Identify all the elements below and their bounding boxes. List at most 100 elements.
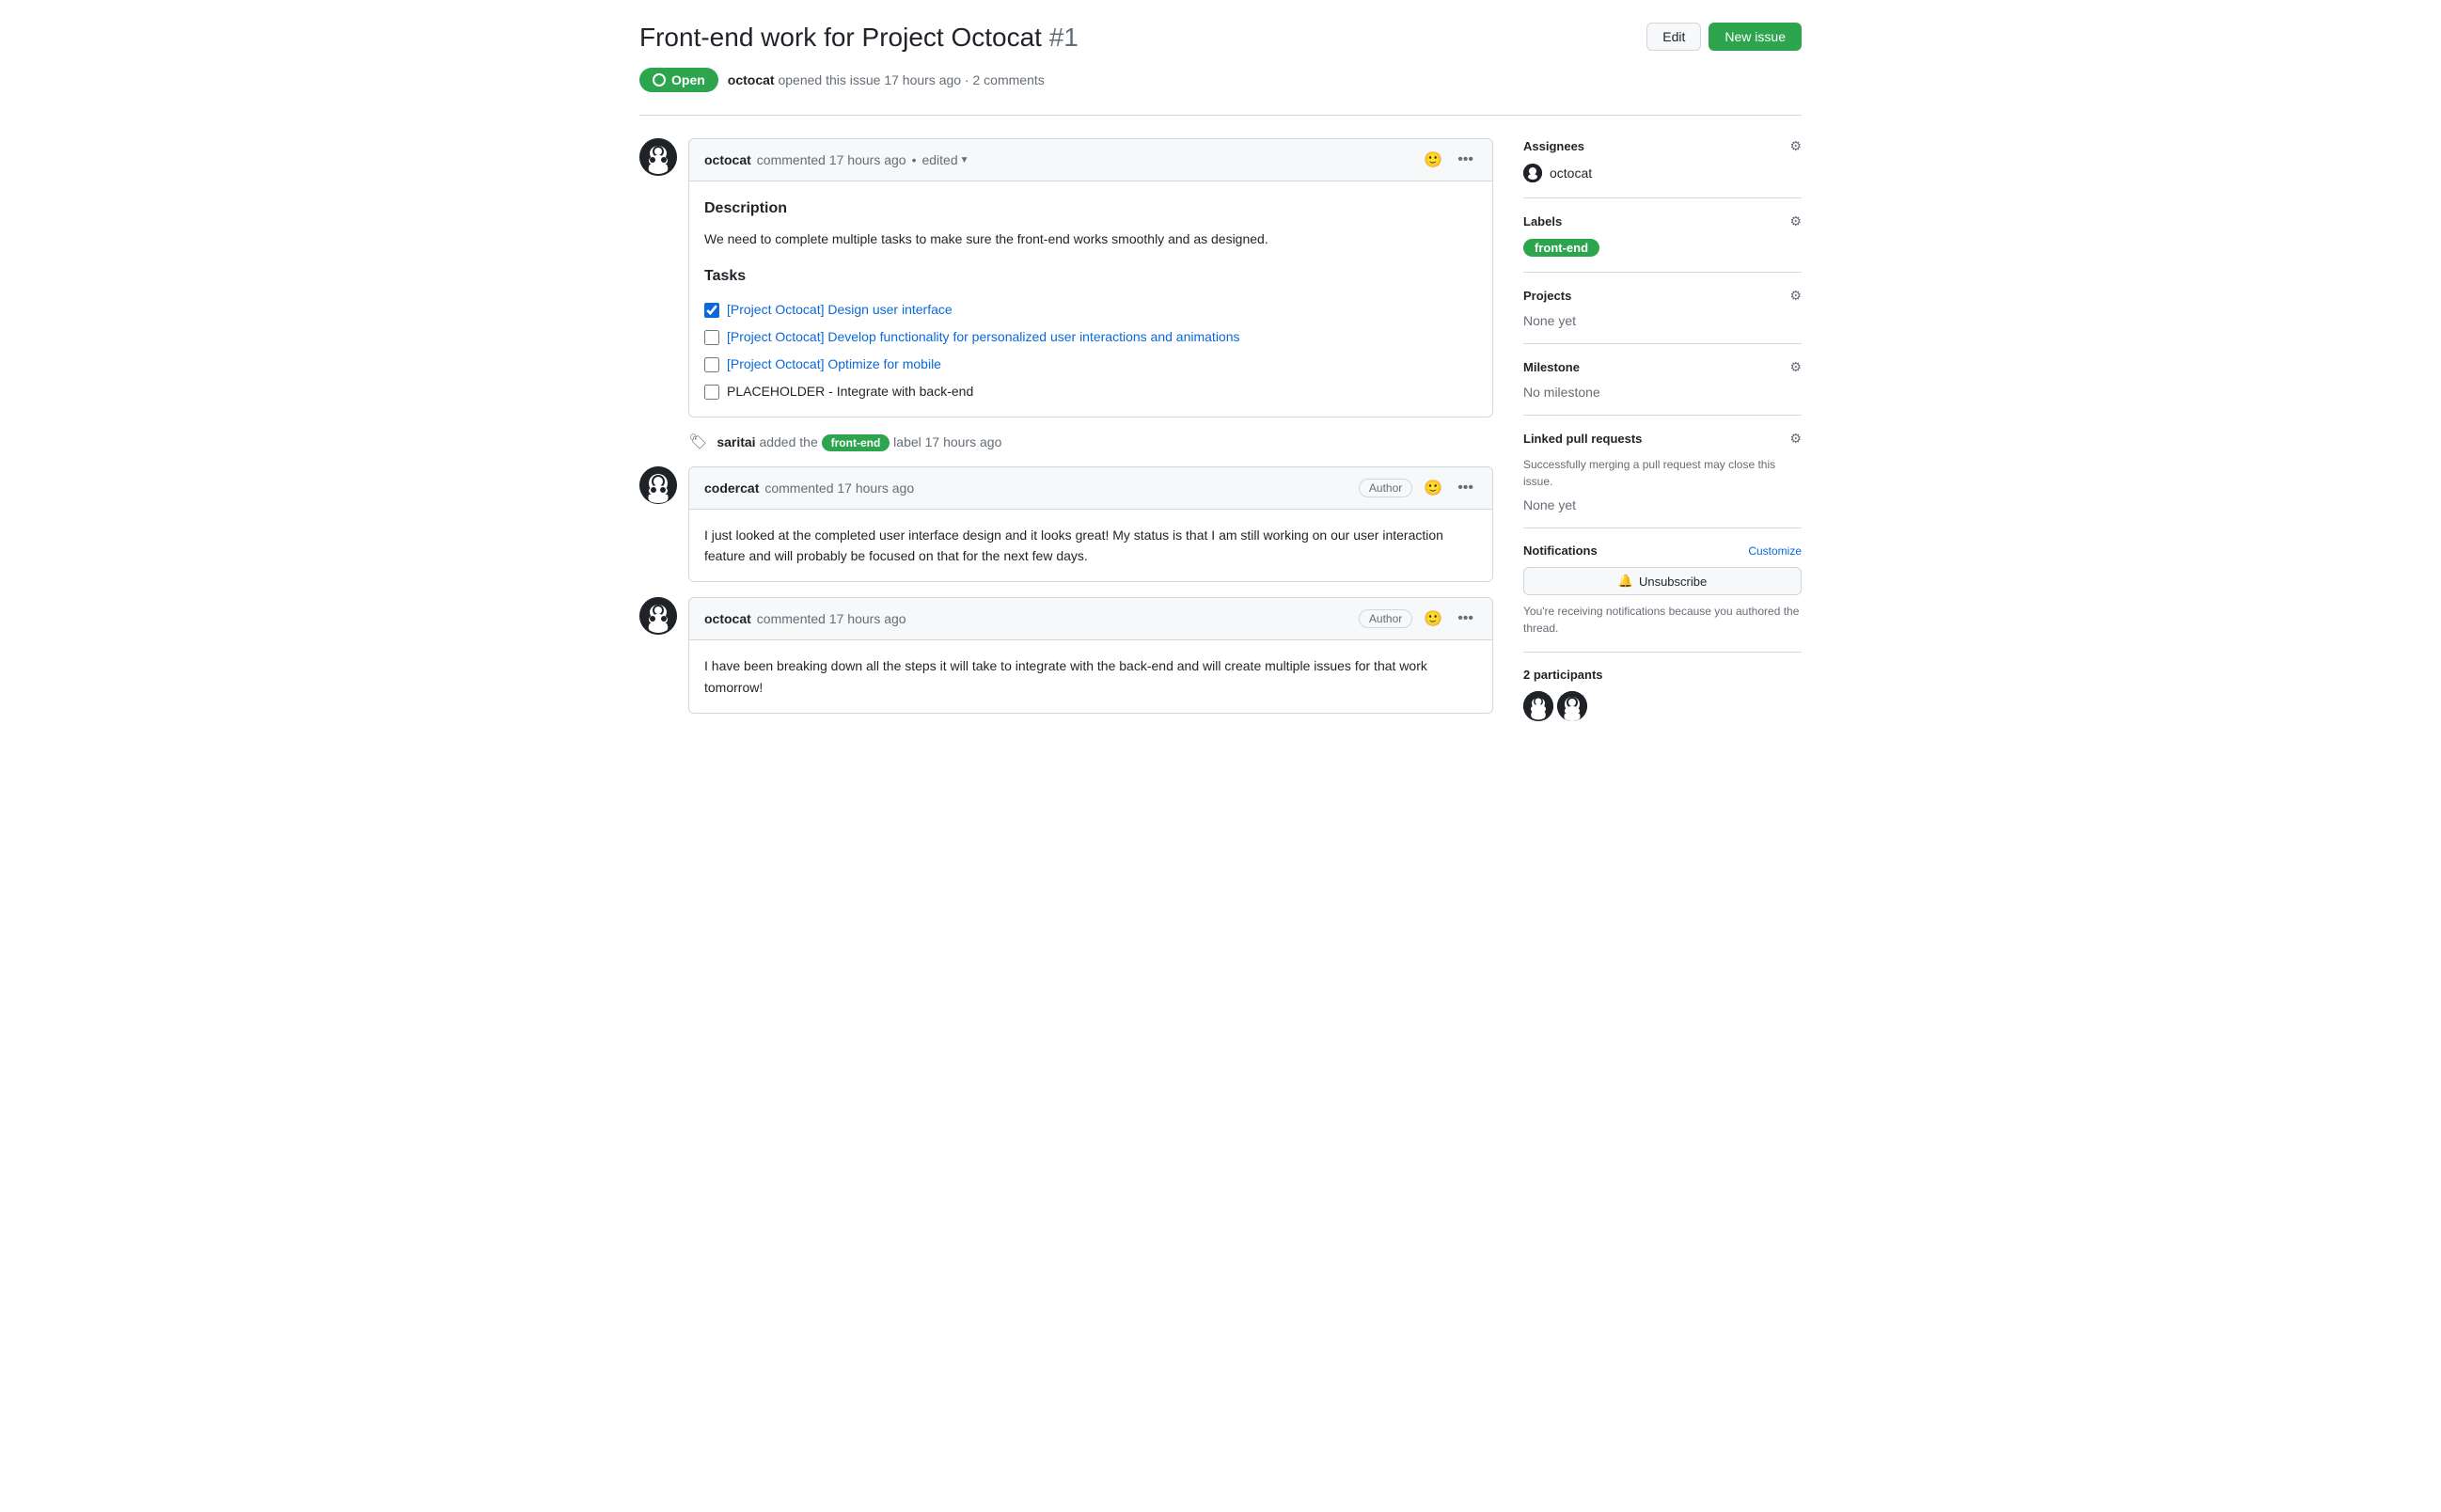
projects-gear-button[interactable]: ⚙ xyxy=(1789,288,1802,304)
sidebar-participants-section: 2 participants xyxy=(1523,668,1802,721)
more-options-button-1[interactable]: ••• xyxy=(1454,150,1477,170)
sidebar-linked-pr-section: Linked pull requests ⚙ Successfully merg… xyxy=(1523,431,1802,528)
sidebar: Assignees ⚙ octocat xyxy=(1523,138,1802,729)
comment-body-1: Description We need to complete multiple… xyxy=(689,181,1492,417)
sidebar-milestone-header: Milestone ⚙ xyxy=(1523,359,1802,375)
issue-title: Front-end work for Project Octocat #1 xyxy=(639,23,1079,53)
edited-text: edited xyxy=(921,152,957,167)
sidebar-projects-title: Projects xyxy=(1523,289,1571,303)
issue-meta-text: octocat opened this issue 17 hours ago ·… xyxy=(728,72,1045,87)
sidebar-labels-header: Labels ⚙ xyxy=(1523,213,1802,229)
comment-timestamp-1: commented 17 hours ago xyxy=(757,152,906,167)
sidebar-linked-pr-header: Linked pull requests ⚙ xyxy=(1523,431,1802,447)
comment-author-3: octocat xyxy=(704,611,751,626)
milestone-gear-button[interactable]: ⚙ xyxy=(1789,359,1802,375)
participants-avatars xyxy=(1523,691,1802,721)
comment-header-left-2: codercat commented 17 hours ago xyxy=(704,480,914,496)
task-checkbox-4[interactable] xyxy=(704,385,719,400)
sidebar-linked-pr-title: Linked pull requests xyxy=(1523,432,1642,446)
comment-timestamp-2: commented 17 hours ago xyxy=(764,480,914,496)
comment-box-1: octocat commented 17 hours ago • edited … xyxy=(688,138,1493,417)
comment-box-3: octocat commented 17 hours ago Author 🙂 … xyxy=(688,597,1493,714)
task-link-2[interactable]: [Project Octocat] Develop functionality … xyxy=(727,329,1240,344)
comment-body-2: I just looked at the completed user inte… xyxy=(689,510,1492,582)
customize-link[interactable]: Customize xyxy=(1748,544,1802,558)
task-item-4: PLACEHOLDER - Integrate with back-end xyxy=(704,382,1477,402)
edit-button[interactable]: Edit xyxy=(1646,23,1701,51)
comment-header-left-1: octocat commented 17 hours ago • edited … xyxy=(704,152,969,167)
activity-text: saritai added the front-end label 17 hou… xyxy=(717,434,1001,449)
comment-author-2: codercat xyxy=(704,480,759,496)
assignees-gear-button[interactable]: ⚙ xyxy=(1789,138,1802,154)
participant-avatar-1 xyxy=(1523,691,1553,721)
sidebar-notifications-section: Notifications Customize 🔔 Unsubscribe Yo… xyxy=(1523,543,1802,653)
emoji-reaction-button-2[interactable]: 🙂 xyxy=(1420,477,1446,499)
author-badge-2: Author xyxy=(1359,479,1412,497)
sidebar-linked-pr-none: None yet xyxy=(1523,497,1576,512)
task-link-1[interactable]: [Project Octocat] Design user interface xyxy=(727,302,953,317)
activity-label-badge: front-end xyxy=(822,434,890,451)
sidebar-milestone-section: Milestone ⚙ No milestone xyxy=(1523,359,1802,416)
avatar-octocat-3 xyxy=(639,597,677,635)
description-title: Description xyxy=(704,197,1477,221)
bullet-separator: • xyxy=(912,152,917,167)
participants-title: 2 participants xyxy=(1523,668,1802,682)
content-area: octocat commented 17 hours ago • edited … xyxy=(639,138,1493,729)
notifications-note: You're receiving notifications because y… xyxy=(1523,603,1802,637)
sidebar-projects-header: Projects ⚙ xyxy=(1523,288,1802,304)
task-label-4: PLACEHOLDER - Integrate with back-end xyxy=(727,382,973,402)
comment-author-1: octocat xyxy=(704,152,751,167)
sidebar-assignee-item: octocat xyxy=(1523,164,1802,182)
task-item-2: [Project Octocat] Develop functionality … xyxy=(704,327,1477,347)
edited-dropdown[interactable]: edited ▼ xyxy=(921,152,969,167)
comment-header-2: codercat commented 17 hours ago Author 🙂… xyxy=(689,467,1492,510)
comment-text-3: I have been breaking down all the steps … xyxy=(704,655,1477,698)
emoji-reaction-button-3[interactable]: 🙂 xyxy=(1420,607,1446,630)
sidebar-assignee-avatar xyxy=(1523,164,1542,182)
bell-icon: 🔔 xyxy=(1618,574,1633,589)
more-options-button-3[interactable]: ••• xyxy=(1454,608,1477,629)
more-options-button-2[interactable]: ••• xyxy=(1454,478,1477,498)
task-label-3: [Project Octocat] Optimize for mobile xyxy=(727,354,941,374)
sidebar-labels-title: Labels xyxy=(1523,214,1562,228)
header-divider xyxy=(639,115,1802,116)
status-label: Open xyxy=(671,72,705,87)
sidebar-milestone-none: No milestone xyxy=(1523,385,1600,400)
status-badge: Open xyxy=(639,68,718,92)
task-checkbox-1[interactable] xyxy=(704,303,719,318)
sidebar-projects-none: None yet xyxy=(1523,313,1576,328)
linked-pr-gear-button[interactable]: ⚙ xyxy=(1789,431,1802,447)
comment-box-2: codercat commented 17 hours ago Author 🙂… xyxy=(688,466,1493,583)
sidebar-linked-pr-text: Successfully merging a pull request may … xyxy=(1523,456,1802,490)
emoji-reaction-button-1[interactable]: 🙂 xyxy=(1420,149,1446,171)
sidebar-milestone-title: Milestone xyxy=(1523,360,1580,374)
activity-suffix: label 17 hours ago xyxy=(893,434,1001,449)
comment-header-right-2: Author 🙂 ••• xyxy=(1359,477,1477,499)
sidebar-assignees-section: Assignees ⚙ octocat xyxy=(1523,138,1802,198)
avatar-codercat-2 xyxy=(639,466,677,504)
header-actions: Edit New issue xyxy=(1646,23,1802,51)
chevron-down-icon: ▼ xyxy=(960,155,969,165)
comment-header-right-3: Author 🙂 ••• xyxy=(1359,607,1477,630)
main-layout: octocat commented 17 hours ago • edited … xyxy=(639,138,1802,729)
sidebar-assignees-header: Assignees ⚙ xyxy=(1523,138,1802,154)
task-checkbox-2[interactable] xyxy=(704,330,719,345)
description-text: We need to complete multiple tasks to ma… xyxy=(704,228,1477,249)
labels-gear-button[interactable]: ⚙ xyxy=(1789,213,1802,229)
activity-action: added the xyxy=(759,434,821,449)
sidebar-notifications-title: Notifications xyxy=(1523,543,1598,558)
activity-row-label: 🏷 saritai added the front-end label 17 h… xyxy=(639,433,1493,451)
unsubscribe-button[interactable]: 🔔 Unsubscribe xyxy=(1523,567,1802,595)
task-link-3[interactable]: [Project Octocat] Optimize for mobile xyxy=(727,356,941,371)
new-issue-button[interactable]: New issue xyxy=(1709,23,1802,51)
task-label-2: [Project Octocat] Develop functionality … xyxy=(727,327,1240,347)
comment-header-right-1: 🙂 ••• xyxy=(1420,149,1477,171)
comment-text-2: I just looked at the completed user inte… xyxy=(704,525,1477,567)
issue-number: #1 xyxy=(1049,23,1079,52)
comment-header-3: octocat commented 17 hours ago Author 🙂 … xyxy=(689,598,1492,640)
task-checkbox-3[interactable] xyxy=(704,357,719,372)
unsubscribe-label: Unsubscribe xyxy=(1639,575,1707,589)
task-list: [Project Octocat] Design user interface … xyxy=(704,300,1477,402)
sidebar-labels-section: Labels ⚙ front-end xyxy=(1523,213,1802,273)
status-circle-icon xyxy=(653,73,666,87)
